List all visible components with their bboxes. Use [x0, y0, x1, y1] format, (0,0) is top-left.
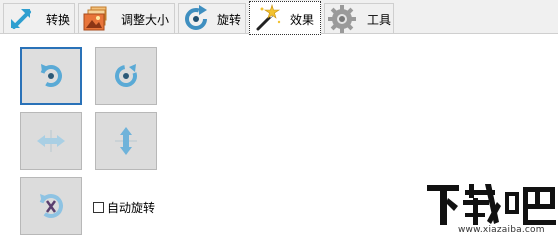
xiazaiba-watermark: www.xiazaiba.com	[425, 182, 558, 241]
flip-vertical-icon	[115, 127, 137, 155]
rotate-left-button[interactable]	[20, 47, 82, 105]
rotate-right-button[interactable]	[95, 47, 157, 105]
tab-rotate[interactable]: 旋转	[178, 3, 246, 33]
tab-rotate-label: 旋转	[217, 13, 242, 27]
watermark-url: www.xiazaiba.com	[458, 225, 545, 235]
tab-resize-label: 调整大小	[121, 13, 170, 27]
gear-icon	[328, 5, 356, 33]
reset-rotation-button[interactable]	[20, 177, 82, 235]
tab-convert[interactable]: 转换	[3, 3, 75, 33]
resize-arrow-icon	[11, 9, 31, 29]
checkbox-box[interactable]	[93, 202, 104, 213]
rotate-right-icon	[115, 64, 137, 87]
flip-horizontal-icon	[37, 130, 65, 152]
tab-effects-label: 效果	[290, 13, 315, 27]
image-resize-icon	[83, 6, 107, 31]
tab-convert-label: 转换	[46, 13, 71, 27]
rotate-left-icon	[40, 64, 62, 87]
tab-bar: 转换 调整大小 旋转 效果 工具	[0, 0, 558, 35]
tab-tools-label: 工具	[367, 13, 392, 27]
auto-rotate-label: 自动旋转	[107, 201, 156, 215]
tab-tools[interactable]: 工具	[324, 3, 394, 33]
magic-wand-icon	[256, 3, 281, 31]
flip-vertical-button[interactable]	[95, 112, 157, 170]
xiazaiba-logo-icon	[427, 184, 556, 225]
auto-rotate-checkbox[interactable]: 自动旋转	[93, 199, 155, 216]
tab-resize[interactable]: 调整大小	[78, 3, 175, 33]
rotate-icon	[185, 5, 207, 30]
tab-effects[interactable]: 效果	[249, 1, 321, 35]
flip-horizontal-button[interactable]	[20, 112, 82, 170]
reset-rotation-icon	[39, 194, 63, 218]
